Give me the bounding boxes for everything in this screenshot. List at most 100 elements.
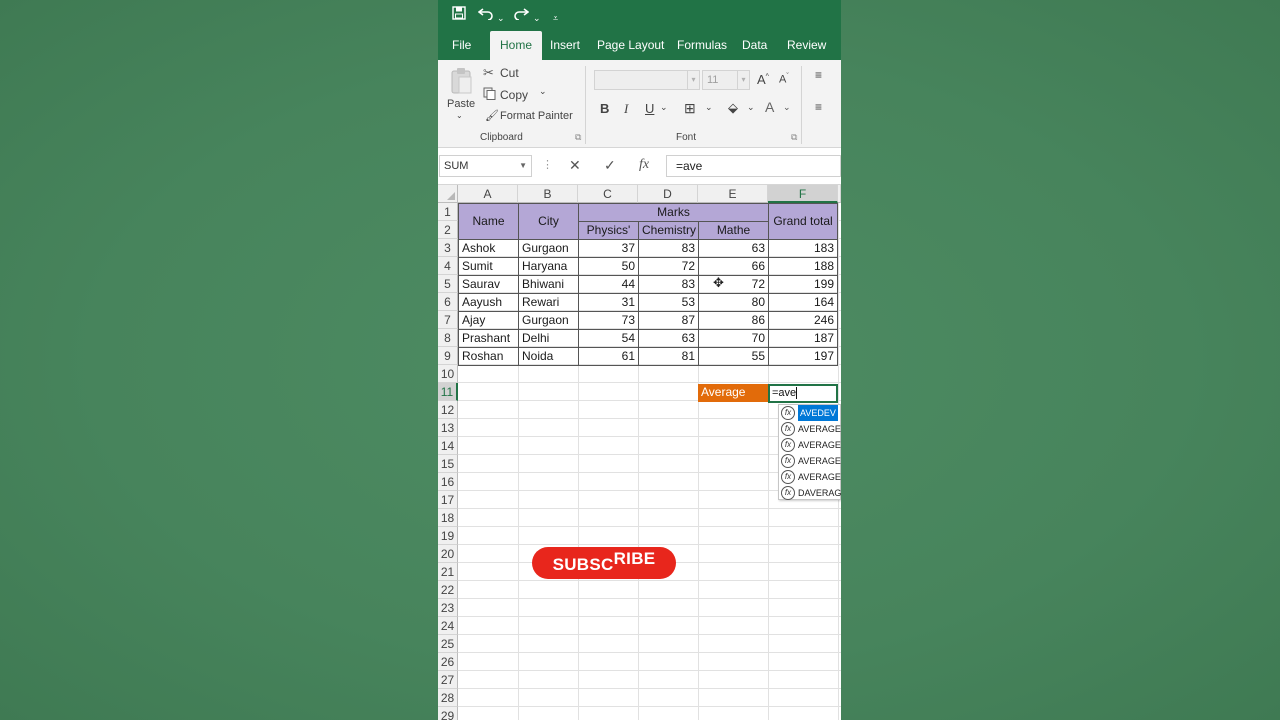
cell-city[interactable]: Bhiwani [518,275,579,294]
paste-dropdown-icon[interactable]: ⌄ [456,111,463,120]
cut-button[interactable]: Cut [500,66,519,80]
cell-physics[interactable]: 31 [578,293,639,312]
row-header-4[interactable]: 4 [438,257,458,275]
row-header-27[interactable]: 27 [438,671,458,689]
cell-name[interactable]: Roshan [458,347,519,366]
font-color-dropdown-icon[interactable]: ⌄ [783,102,791,113]
copy-button[interactable]: Copy [500,88,528,102]
column-header-g[interactable] [838,185,841,203]
tab-file[interactable]: File [452,31,471,60]
italic-button[interactable]: I [624,101,628,117]
row-header-2[interactable]: 2 [438,221,458,239]
tab-insert[interactable]: Insert [550,31,580,60]
cell-chemistry[interactable]: 53 [638,293,699,312]
cell-total[interactable]: 188 [768,257,838,276]
font-size-combo[interactable]: 11 ▾ [702,70,750,90]
insert-function-icon[interactable]: fx [639,157,649,173]
customize-qat-icon[interactable]: ⩡ [553,9,558,27]
average-label-cell[interactable]: Average [698,384,768,402]
tab-formulas[interactable]: Formulas [677,31,727,60]
cell-city[interactable]: Rewari [518,293,579,312]
cell-chemistry[interactable]: 81 [638,347,699,366]
column-header-b[interactable]: B [518,185,578,203]
row-header-23[interactable]: 23 [438,599,458,617]
formula-input[interactable]: =ave [666,155,841,177]
cell-physics[interactable]: 54 [578,329,639,348]
name-box[interactable]: SUM ▼ [439,155,532,177]
redo-icon[interactable] [513,6,530,24]
shrink-font-icon[interactable]: Aˇ [779,73,789,86]
header-physics-cell[interactable]: Physics' [578,221,639,240]
cell-name[interactable]: Sumit [458,257,519,276]
header-chemistry-cell[interactable]: Chemistry [638,221,699,240]
row-header-16[interactable]: 16 [438,473,458,491]
autocomplete-item[interactable]: fxAVERAGEA [780,437,841,453]
cell-chemistry[interactable]: 63 [638,329,699,348]
align-top-icon[interactable]: ≡ [815,68,822,82]
cell-city[interactable]: Haryana [518,257,579,276]
row-header-12[interactable]: 12 [438,401,458,419]
cancel-entry-icon[interactable]: ✕ [569,157,581,174]
row-header-6[interactable]: 6 [438,293,458,311]
column-header-a[interactable]: A [458,185,518,203]
cell-physics[interactable]: 37 [578,239,639,258]
format-painter-button[interactable]: Format Painter [500,110,573,122]
header-grand-total-cell[interactable]: Grand total [768,203,838,240]
row-header-8[interactable]: 8 [438,329,458,347]
cell-city[interactable]: Noida [518,347,579,366]
cell-maths[interactable]: 70 [698,329,769,348]
grow-font-icon[interactable]: A^ [757,72,769,87]
cell-physics[interactable]: 73 [578,311,639,330]
save-icon[interactable] [452,6,466,24]
row-header-5[interactable]: 5 [438,275,458,293]
tab-home[interactable]: Home [490,31,543,60]
row-header-24[interactable]: 24 [438,617,458,635]
row-header-17[interactable]: 17 [438,491,458,509]
cell-chemistry[interactable]: 87 [638,311,699,330]
cell-city[interactable]: Gurgaon [518,239,579,258]
column-header-c[interactable]: C [578,185,638,203]
cell-maths[interactable]: 86 [698,311,769,330]
underline-button[interactable]: U [645,101,654,116]
cell-maths[interactable]: 66 [698,257,769,276]
cell-physics[interactable]: 44 [578,275,639,294]
font-color-icon[interactable]: A [765,99,774,115]
row-header-9[interactable]: 9 [438,347,458,365]
header-name-cell[interactable]: Name [458,203,519,240]
fill-color-dropdown-icon[interactable]: ⌄ [747,102,755,113]
row-header-13[interactable]: 13 [438,419,458,437]
cell-maths[interactable]: 72 [698,275,769,294]
column-header-d[interactable]: D [638,185,698,203]
cell-total[interactable]: 199 [768,275,838,294]
cell-total[interactable]: 164 [768,293,838,312]
clipboard-launcher-icon[interactable]: ⧉ [575,132,581,143]
cell-name[interactable]: Ajay [458,311,519,330]
column-header-e[interactable]: E [698,185,768,203]
row-header-21[interactable]: 21 [438,563,458,581]
active-cell-f11[interactable]: =ave [768,384,838,403]
cell-name[interactable]: Prashant [458,329,519,348]
cell-total[interactable]: 246 [768,311,838,330]
cell-chemistry[interactable]: 72 [638,257,699,276]
subscribe-button[interactable]: SUBSCRIBE [532,547,676,579]
row-header-7[interactable]: 7 [438,311,458,329]
header-city-cell[interactable]: City [518,203,579,240]
cell-city[interactable]: Delhi [518,329,579,348]
row-header-25[interactable]: 25 [438,635,458,653]
paste-button[interactable]: Paste [447,98,475,110]
row-header-15[interactable]: 15 [438,455,458,473]
select-all-corner[interactable] [438,185,458,203]
row-header-18[interactable]: 18 [438,509,458,527]
cell-maths[interactable]: 55 [698,347,769,366]
cell-total[interactable]: 197 [768,347,838,366]
redo-dropdown-icon[interactable]: ⌄ [533,9,541,27]
cell-name[interactable]: Aayush [458,293,519,312]
row-header-20[interactable]: 20 [438,545,458,563]
row-header-10[interactable]: 10 [438,365,458,383]
row-header-11[interactable]: 11 [438,383,458,401]
cell-chemistry[interactable]: 83 [638,275,699,294]
cell-city[interactable]: Gurgaon [518,311,579,330]
row-header-14[interactable]: 14 [438,437,458,455]
autocomplete-item[interactable]: fxDAVERAGE [780,485,841,501]
align-left-icon[interactable]: ≡ [815,100,822,114]
